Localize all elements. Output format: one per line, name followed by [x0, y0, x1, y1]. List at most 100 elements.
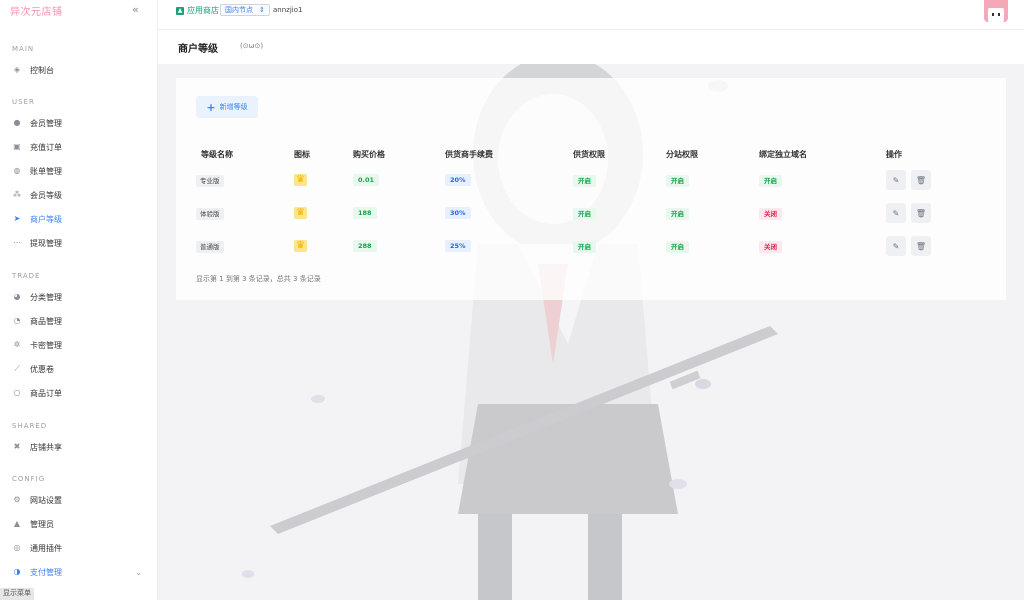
add-level-label: 新增等级 [219, 103, 248, 111]
delete-button[interactable]: 🗑 [911, 170, 931, 190]
sidebar-item-dashboard[interactable]: ◈ 控制台 [12, 61, 152, 79]
sidebar-item-plugins[interactable]: ◎ 通用插件 [12, 539, 152, 557]
sidebar-item-label: 支付管理 [30, 567, 62, 577]
sidebar-item-label: 提现管理 [30, 238, 62, 248]
edit-button[interactable]: ✎ [886, 170, 906, 190]
price-badge: 188 [353, 207, 377, 219]
sidebar-item-label: 商品订单 [30, 388, 62, 398]
avatar[interactable] [984, 0, 1008, 22]
sidebar-item-label: 店铺共享 [30, 442, 62, 452]
col-header-price: 购买价格 [353, 150, 385, 159]
trash-icon: 🗑 [915, 208, 927, 218]
user-icon: ● [13, 118, 21, 127]
app-store-icon: ▲ [176, 6, 184, 15]
col-header-supply: 供货权限 [573, 150, 605, 159]
merchant-level-icon: ➤ [13, 214, 21, 223]
recharge-icon: ▣ [13, 142, 21, 151]
section-label-main: MAIN [12, 45, 35, 53]
level-name: 体验版 [196, 208, 224, 220]
sidebar-item-label: 充值订单 [30, 142, 62, 152]
col-header-name: 等级名称 [201, 150, 233, 159]
coupon-icon: ⟋ [14, 364, 20, 373]
sidebar-item-orders[interactable]: ○ 商品订单 [12, 384, 152, 402]
sidebar-item-label: 通用插件 [30, 543, 62, 553]
sidebar-item-products[interactable]: ◔ 商品管理 [12, 312, 152, 330]
price-badge: 0.01 [353, 174, 380, 186]
level-name: 普通版 [196, 241, 224, 253]
sidebar-item-admins[interactable]: ▲ 管理员 [12, 515, 152, 533]
trash-icon: 🗑 [915, 241, 927, 251]
sidebar-item-bills[interactable]: ◍ 账单管理 [12, 162, 152, 180]
node-select[interactable]: 国内节点 ⇕ [220, 4, 270, 16]
section-label-config: CONFIG [12, 475, 46, 483]
edit-icon: ✎ [892, 241, 900, 251]
node-select-value: 国内节点 [225, 6, 253, 14]
sidebar-item-recharge[interactable]: ▣ 充值订单 [12, 138, 152, 156]
crown-icon: ♛ [294, 174, 307, 186]
page-title: 商户等级 [178, 44, 218, 55]
sidebar-item-site-settings[interactable]: ⚙ 网站设置 [12, 491, 152, 509]
price-badge: 288 [353, 240, 377, 252]
edit-button[interactable]: ✎ [886, 203, 906, 223]
sidebar-item-label: 管理员 [30, 519, 54, 529]
substation-status-badge: 开启 [666, 241, 689, 253]
sidebar-item-label: 分类管理 [30, 292, 62, 302]
pagination-info: 显示第 1 到第 3 条记录，总共 3 条记录 [196, 275, 321, 283]
sidebar-item-label: 会员管理 [30, 118, 62, 128]
sidebar-item-card-keys[interactable]: ✲ 卡密管理 [12, 336, 152, 354]
sidebar-item-label: 会员等级 [30, 190, 62, 200]
bill-icon: ◍ [13, 166, 21, 175]
domain-status-badge: 关闭 [759, 208, 782, 220]
sidebar-item-label: 商户等级 [30, 214, 62, 224]
brand-logo-text[interactable]: 异次元店铺 [10, 3, 63, 18]
collapse-sidebar-icon[interactable]: « [132, 3, 139, 16]
sidebar: 异次元店铺 « MAIN ◈ 控制台 USER ● 会员管理 ▣ 充值订单 ◍ … [0, 0, 158, 600]
share-icon: ✖ [13, 442, 21, 451]
chevron-down-icon: ⌄ [135, 567, 142, 577]
add-level-button[interactable]: + 新增等级 [196, 96, 258, 118]
sidebar-item-coupons[interactable]: ⟋ 优惠卷 [12, 360, 152, 378]
fee-badge: 25% [445, 240, 471, 252]
app-store-label: 应用商店 [187, 6, 219, 15]
delete-button[interactable]: 🗑 [911, 236, 931, 256]
sidebar-item-payment[interactable]: ◑ 支付管理 ⌄ [12, 563, 152, 581]
col-header-actions: 操作 [886, 150, 902, 159]
sidebar-item-members[interactable]: ● 会员管理 [12, 114, 152, 132]
sidebar-item-category[interactable]: ◕ 分类管理 [12, 288, 152, 306]
sidebar-item-member-level[interactable]: ⁂ 会员等级 [12, 186, 152, 204]
delete-button[interactable]: 🗑 [911, 203, 931, 223]
username[interactable]: annzjio1 [273, 6, 302, 14]
sidebar-item-store-share[interactable]: ✖ 店铺共享 [12, 438, 152, 456]
topbar: ▲ 应用商店 国内节点 ⇕ annzjio1 [158, 0, 1024, 30]
col-header-icon: 图标 [294, 150, 310, 159]
sidebar-item-label: 卡密管理 [30, 340, 62, 350]
page-emoticon: (⊙ω⊙) [240, 42, 264, 50]
app-store-link[interactable]: ▲ 应用商店 [176, 5, 219, 16]
plus-icon: + [206, 100, 216, 114]
fee-badge: 30% [445, 207, 471, 219]
card-key-icon: ✲ [13, 340, 21, 349]
withdraw-icon: ⋯ [13, 238, 21, 247]
edit-button[interactable]: ✎ [886, 236, 906, 256]
show-menu-button[interactable]: 显示菜单 [0, 588, 34, 600]
crown-icon: ♛ [294, 207, 307, 219]
payment-icon: ◑ [13, 567, 21, 576]
category-icon: ◕ [13, 292, 21, 301]
col-header-substation: 分站权限 [666, 150, 698, 159]
plugin-icon: ◎ [13, 543, 21, 552]
sidebar-item-label: 账单管理 [30, 166, 62, 176]
merchant-level-card: + 新增等级 等级名称 图标 购买价格 供货商手续费 供货权限 分站权限 绑定独… [176, 78, 1006, 300]
sidebar-item-withdraw[interactable]: ⋯ 提现管理 [12, 234, 152, 252]
crown-icon: ♛ [294, 240, 307, 252]
dashboard-icon: ◈ [13, 65, 21, 74]
level-name: 专业版 [196, 175, 224, 187]
col-header-domain: 绑定独立域名 [759, 150, 807, 159]
col-header-fee: 供货商手续费 [445, 150, 493, 159]
domain-status-badge: 关闭 [759, 241, 782, 253]
supply-status-badge: 开启 [573, 241, 596, 253]
admin-icon: ▲ [13, 519, 21, 528]
supply-status-badge: 开启 [573, 208, 596, 220]
sidebar-item-merchant-level[interactable]: ➤ 商户等级 [12, 210, 152, 228]
level-icon: ⁂ [13, 190, 21, 199]
edit-icon: ✎ [892, 175, 900, 185]
